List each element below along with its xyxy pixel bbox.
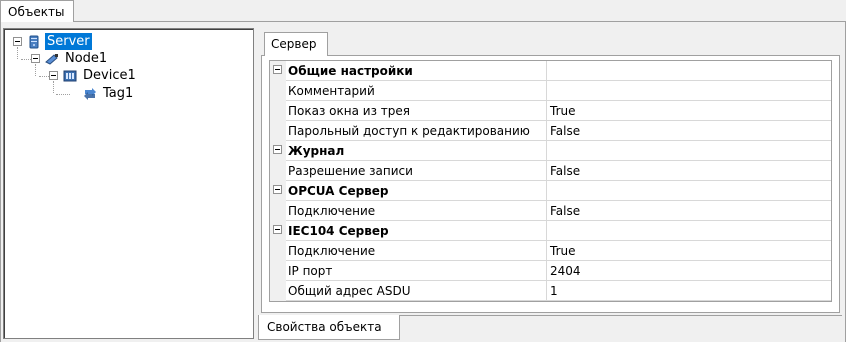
grid-gutter [270, 121, 286, 141]
property-name: Подключение [286, 241, 547, 260]
tree-line [39, 76, 49, 77]
server-icon [26, 34, 42, 50]
property-name: Журнал [286, 141, 547, 160]
property-value [547, 221, 550, 240]
tree-node-device1[interactable]: Device1 [49, 67, 138, 84]
property-value [547, 141, 550, 160]
tab-server-label: Сервер [271, 37, 317, 51]
grid-gutter [270, 101, 286, 121]
property-name: IEC104 Сервер [286, 221, 547, 240]
property-name: Общие настройки [286, 61, 547, 80]
property-category-general[interactable]: Общие настройки [270, 61, 831, 81]
property-row[interactable]: Разрешение записи False [270, 161, 831, 181]
tree-node-tag1[interactable]: Tag1 [70, 85, 135, 102]
property-row[interactable]: Комментарий [270, 81, 831, 101]
collapse-icon[interactable] [31, 54, 40, 63]
grid-gutter [270, 261, 286, 281]
tab-object-properties[interactable]: Свойства объекта [258, 315, 400, 340]
object-tree[interactable]: Server Node1 Device1 Tag1 [3, 28, 254, 339]
tree-line [56, 94, 70, 95]
tab-object-properties-label: Свойства объекта [267, 320, 382, 334]
property-row[interactable]: IP порт 2404 [270, 261, 831, 281]
tree-node-label[interactable]: Tag1 [101, 85, 135, 102]
property-row[interactable]: Показ окна из трея True [270, 101, 831, 121]
property-name: Разрешение записи [286, 161, 547, 180]
tree-node-label[interactable]: Node1 [63, 50, 109, 67]
property-value[interactable] [547, 81, 550, 100]
property-name: Подключение [286, 201, 547, 220]
grid-gutter [270, 161, 286, 181]
property-name: Показ окна из трея [286, 101, 547, 120]
property-value[interactable]: False [547, 121, 580, 140]
property-value[interactable]: 2404 [547, 261, 581, 280]
property-grid[interactable]: Общие настройки Комментарий Показ окна и… [269, 60, 832, 302]
grid-gutter [270, 201, 286, 221]
property-row[interactable]: Парольный доступ к редактированию False [270, 121, 831, 141]
property-category-opcua[interactable]: OPCUA Сервер [270, 181, 831, 201]
tab-server[interactable]: Сервер [264, 32, 328, 56]
property-name: Парольный доступ к редактированию [286, 121, 547, 140]
property-category-iec104[interactable]: IEC104 Сервер [270, 221, 831, 241]
property-name: Комментарий [286, 81, 547, 100]
property-category-journal[interactable]: Журнал [270, 141, 831, 161]
property-row[interactable]: Подключение True [270, 241, 831, 261]
tree-node-server[interactable]: Server [13, 33, 92, 50]
grid-gutter [270, 81, 286, 101]
property-value[interactable]: False [547, 161, 580, 180]
collapse-icon[interactable] [13, 37, 22, 46]
property-name: OPCUA Сервер [286, 181, 547, 200]
tag-icon [82, 86, 98, 102]
property-value [547, 61, 550, 80]
property-value[interactable]: True [547, 241, 576, 260]
device-icon [62, 68, 78, 84]
collapse-icon[interactable] [273, 185, 282, 194]
tree-node-label[interactable]: Server [45, 33, 92, 50]
tab-objects-label: Объекты [8, 5, 65, 19]
tree-line [21, 59, 31, 60]
collapse-icon[interactable] [49, 71, 58, 80]
collapse-icon[interactable] [273, 145, 282, 154]
collapse-icon[interactable] [273, 65, 282, 74]
tree-node-label[interactable]: Device1 [81, 67, 138, 84]
node-icon [44, 51, 60, 67]
property-row[interactable]: Подключение False [270, 201, 831, 221]
grid-gutter [270, 281, 286, 301]
grid-gutter [270, 61, 286, 81]
tab-objects[interactable]: Объекты [0, 0, 74, 22]
property-name: Общий адрес ASDU [286, 281, 547, 300]
tree-node-node1[interactable]: Node1 [31, 50, 109, 67]
property-value [547, 181, 550, 200]
grid-gutter [270, 241, 286, 261]
property-row[interactable]: Общий адрес ASDU 1 [270, 281, 831, 301]
property-value[interactable]: False [547, 201, 580, 220]
property-value[interactable]: 1 [547, 281, 558, 300]
property-name: IP порт [286, 261, 547, 280]
grid-gutter [270, 221, 286, 241]
grid-gutter [270, 181, 286, 201]
collapse-icon[interactable] [273, 225, 282, 234]
grid-gutter [270, 141, 286, 161]
property-value[interactable]: True [547, 101, 576, 120]
